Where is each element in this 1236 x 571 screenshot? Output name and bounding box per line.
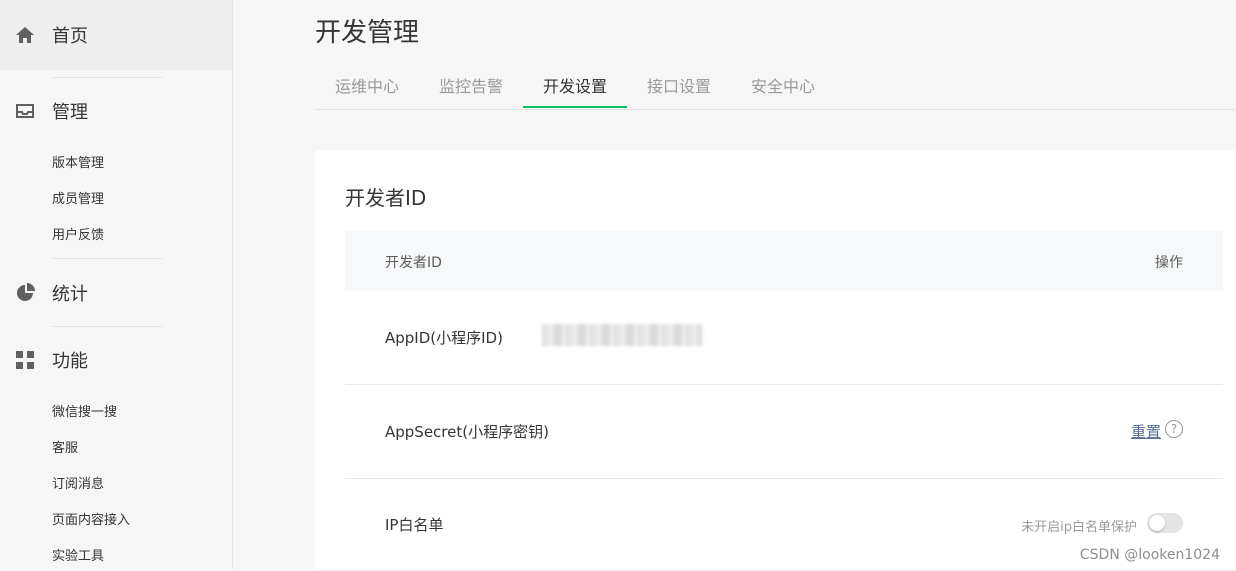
- sidebar-item-label: 功能: [52, 351, 88, 372]
- column-header-actions: 操作: [1155, 255, 1183, 271]
- tab-dev-settings[interactable]: 开发设置: [523, 66, 627, 108]
- sidebar-item-customer-service[interactable]: 客服: [52, 437, 78, 456]
- ip-whitelist-status: 未开启ip白名单保护: [1021, 520, 1137, 535]
- sidebar-item-members[interactable]: 成员管理: [52, 188, 104, 207]
- pie-chart-icon: [14, 282, 36, 304]
- tab-ops-center[interactable]: 运维中心: [315, 66, 419, 108]
- sidebar-item-features[interactable]: 功能: [0, 340, 232, 380]
- sidebar-item-version[interactable]: 版本管理: [52, 152, 104, 171]
- watermark: CSDN @looken1024: [1079, 547, 1220, 563]
- appsecret-label: AppSecret(小程序密钥): [385, 423, 549, 441]
- appid-value-redacted: [542, 324, 702, 346]
- divider: [52, 77, 162, 78]
- divider: [52, 326, 162, 327]
- tab-monitor-alerts[interactable]: 监控告警: [419, 66, 523, 108]
- reset-link[interactable]: 重置: [1131, 421, 1161, 442]
- divider: [52, 258, 162, 259]
- home-icon: [14, 24, 36, 46]
- sidebar-item-label: 统计: [52, 284, 88, 305]
- ip-whitelist-toggle[interactable]: [1147, 513, 1183, 533]
- sidebar-item-stats[interactable]: 统计: [0, 273, 232, 313]
- grid-icon: [14, 349, 36, 371]
- tab-bar: 运维中心 监控告警 开发设置 接口设置 安全中心: [315, 66, 1236, 110]
- sidebar: 首页 管理 版本管理 成员管理 用户反馈 统计 功能 微信搜一搜 客服 订阅消息…: [0, 0, 233, 569]
- sidebar-item-manage[interactable]: 管理: [0, 91, 232, 131]
- table-row-appsecret: AppSecret(小程序密钥) 重置 ?: [345, 385, 1223, 479]
- tab-api-settings[interactable]: 接口设置: [627, 66, 731, 108]
- developer-id-card: 开发者ID 开发者ID 操作 AppID(小程序ID) AppSecret(小程…: [315, 150, 1236, 569]
- table-header: 开发者ID 操作: [345, 231, 1223, 291]
- sidebar-item-label: 管理: [52, 102, 88, 123]
- card-title: 开发者ID: [345, 186, 427, 210]
- sidebar-item-page-content[interactable]: 页面内容接入: [52, 509, 130, 528]
- inbox-icon: [14, 100, 36, 122]
- toggle-knob: [1149, 515, 1165, 531]
- column-header-developer-id: 开发者ID: [385, 255, 442, 271]
- help-icon[interactable]: ?: [1165, 420, 1183, 438]
- page-title: 开发管理: [315, 18, 420, 48]
- tab-security-center[interactable]: 安全中心: [731, 66, 835, 108]
- sidebar-item-label: 首页: [52, 26, 88, 47]
- sidebar-item-experiment-tools[interactable]: 实验工具: [52, 545, 104, 564]
- sidebar-item-home[interactable]: 首页: [0, 0, 232, 70]
- table-row-appid: AppID(小程序ID): [345, 291, 1223, 385]
- ip-whitelist-label: IP白名单: [385, 516, 444, 534]
- sidebar-item-feedback[interactable]: 用户反馈: [52, 224, 104, 243]
- sidebar-item-wechat-search[interactable]: 微信搜一搜: [52, 401, 117, 420]
- sidebar-item-subscribe-message[interactable]: 订阅消息: [52, 473, 104, 492]
- appid-label: AppID(小程序ID): [385, 329, 503, 347]
